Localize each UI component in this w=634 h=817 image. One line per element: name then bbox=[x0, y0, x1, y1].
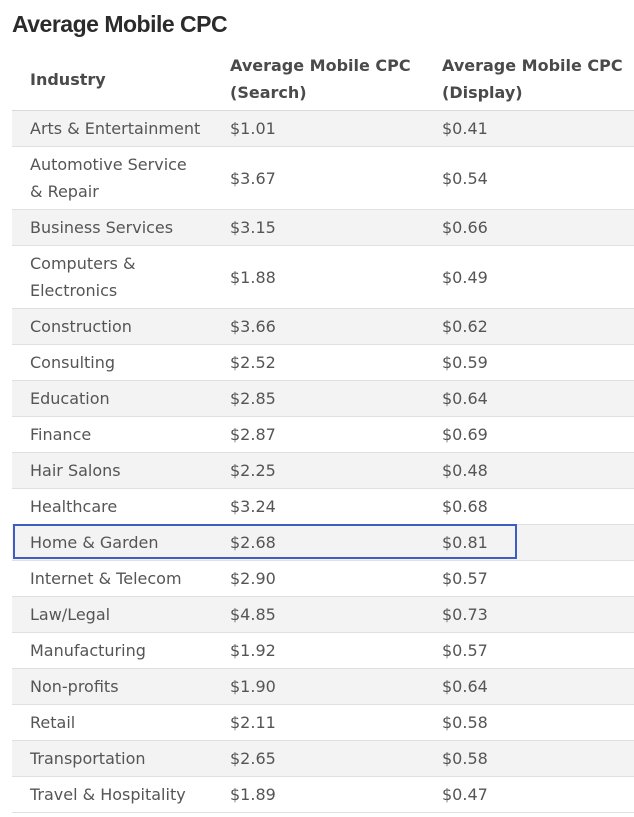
search-cpc-cell: $2.68 bbox=[212, 524, 424, 561]
table-row: Law/Legal $4.85 $0.73 bbox=[12, 596, 634, 633]
display-cpc-cell: $0.48 bbox=[424, 452, 634, 489]
industry-cell: Hair Salons bbox=[12, 452, 212, 489]
display-cpc-cell: $0.64 bbox=[424, 380, 634, 417]
search-cpc-cell: $4.85 bbox=[212, 596, 424, 633]
industry-cell: Finance bbox=[12, 416, 212, 453]
table-row: Manufacturing $1.92 $0.57 bbox=[12, 632, 634, 669]
search-cpc-cell: $3.24 bbox=[212, 488, 424, 525]
industry-cell: Transportation bbox=[12, 740, 212, 777]
table-row: Computers & Electronics $1.88 $0.49 bbox=[12, 245, 634, 309]
table-row: Automotive Service & Repair $3.67 $0.54 bbox=[12, 146, 634, 210]
table-row: Transportation $2.65 $0.58 bbox=[12, 740, 634, 777]
search-cpc-cell: $2.87 bbox=[212, 416, 424, 453]
table-row: Hair Salons $2.25 $0.48 bbox=[12, 452, 634, 489]
industry-cell: Business Services bbox=[12, 209, 212, 246]
column-header-display-cpc: Average Mobile CPC (Display) bbox=[424, 47, 634, 111]
industry-cell: Automotive Service & Repair bbox=[12, 146, 212, 210]
industry-cell: Computers & Electronics bbox=[12, 245, 212, 309]
search-cpc-cell: $1.88 bbox=[212, 245, 424, 309]
industry-cell: Non-profits bbox=[12, 668, 212, 705]
display-cpc-cell: $0.68 bbox=[424, 488, 634, 525]
search-cpc-cell: $2.52 bbox=[212, 344, 424, 381]
table-row: Business Services $3.15 $0.66 bbox=[12, 209, 634, 246]
search-cpc-cell: $2.90 bbox=[212, 560, 424, 597]
display-cpc-cell: $0.59 bbox=[424, 344, 634, 381]
display-cpc-cell: $0.57 bbox=[424, 560, 634, 597]
table-body: Arts & Entertainment $1.01 $0.41 Automotiv… bbox=[12, 110, 634, 813]
mobile-cpc-table: Industry Average Mobile CPC (Search) Ave… bbox=[12, 47, 634, 813]
display-cpc-cell: $0.66 bbox=[424, 209, 634, 246]
display-cpc-cell: $0.57 bbox=[424, 632, 634, 669]
table-row-highlighted: Home & Garden $2.68 $0.81 bbox=[12, 524, 634, 561]
search-cpc-cell: $1.92 bbox=[212, 632, 424, 669]
display-cpc-cell: $0.69 bbox=[424, 416, 634, 453]
search-cpc-cell: $3.15 bbox=[212, 209, 424, 246]
table-row: Travel & Hospitality $1.89 $0.47 bbox=[12, 776, 634, 813]
column-header-search-cpc: Average Mobile CPC (Search) bbox=[212, 47, 424, 111]
industry-cell: Healthcare bbox=[12, 488, 212, 525]
search-cpc-cell: $1.01 bbox=[212, 110, 424, 147]
header-row: Industry Average Mobile CPC (Search) Ave… bbox=[12, 47, 634, 111]
table-row: Internet & Telecom $2.90 $0.57 bbox=[12, 560, 634, 597]
table-header: Industry Average Mobile CPC (Search) Ave… bbox=[12, 47, 634, 111]
table-row: Non-profits $1.90 $0.64 bbox=[12, 668, 634, 705]
industry-cell: Education bbox=[12, 380, 212, 417]
display-cpc-cell: $0.64 bbox=[424, 668, 634, 705]
industry-cell: Retail bbox=[12, 704, 212, 741]
display-cpc-cell: $0.73 bbox=[424, 596, 634, 633]
industry-cell: Law/Legal bbox=[12, 596, 212, 633]
industry-cell: Internet & Telecom bbox=[12, 560, 212, 597]
industry-cell: Arts & Entertainment bbox=[12, 110, 212, 147]
display-cpc-cell: $0.58 bbox=[424, 704, 634, 741]
column-header-industry: Industry bbox=[12, 47, 212, 111]
industry-cell: Construction bbox=[12, 308, 212, 345]
page-title: Average Mobile CPC bbox=[12, 11, 228, 37]
industry-cell: Manufacturing bbox=[12, 632, 212, 669]
industry-cell: Home & Garden bbox=[12, 524, 212, 561]
table-row: Arts & Entertainment $1.01 $0.41 bbox=[12, 110, 634, 147]
industry-cell: Travel & Hospitality bbox=[12, 776, 212, 813]
search-cpc-cell: $1.90 bbox=[212, 668, 424, 705]
display-cpc-cell: $0.54 bbox=[424, 146, 634, 210]
display-cpc-cell: $0.49 bbox=[424, 245, 634, 309]
display-cpc-cell: $0.81 bbox=[424, 524, 634, 561]
display-cpc-cell: $0.41 bbox=[424, 110, 634, 147]
table-row: Healthcare $3.24 $0.68 bbox=[12, 488, 634, 525]
table-row: Retail $2.11 $0.58 bbox=[12, 704, 634, 741]
search-cpc-cell: $2.85 bbox=[212, 380, 424, 417]
table-row: Construction $3.66 $0.62 bbox=[12, 308, 634, 345]
search-cpc-cell: $3.67 bbox=[212, 146, 424, 210]
search-cpc-cell: $2.11 bbox=[212, 704, 424, 741]
search-cpc-cell: $1.89 bbox=[212, 776, 424, 813]
table-row: Education $2.85 $0.64 bbox=[12, 380, 634, 417]
display-cpc-cell: $0.58 bbox=[424, 740, 634, 777]
table-row: Consulting $2.52 $0.59 bbox=[12, 344, 634, 381]
table-row: Finance $2.87 $0.69 bbox=[12, 416, 634, 453]
search-cpc-cell: $2.25 bbox=[212, 452, 424, 489]
display-cpc-cell: $0.62 bbox=[424, 308, 634, 345]
industry-cell: Consulting bbox=[12, 344, 212, 381]
search-cpc-cell: $3.66 bbox=[212, 308, 424, 345]
display-cpc-cell: $0.47 bbox=[424, 776, 634, 813]
search-cpc-cell: $2.65 bbox=[212, 740, 424, 777]
